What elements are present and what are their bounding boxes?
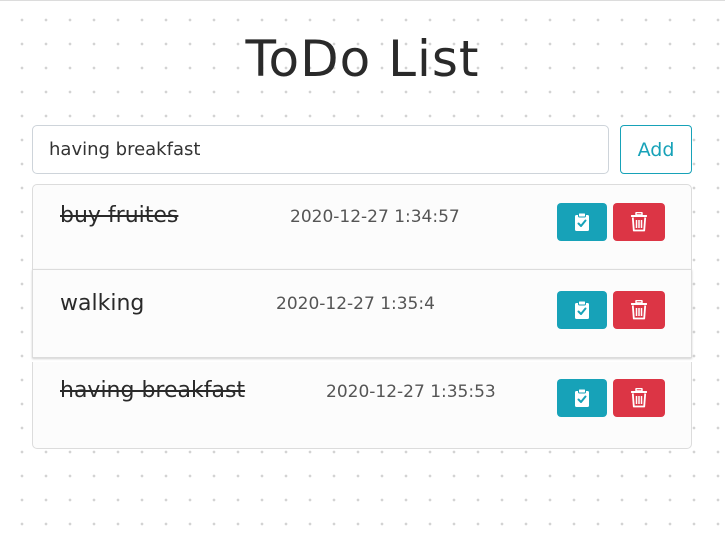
todo-item-text: buy fruites [60, 203, 179, 228]
todo-item: walking 2020-12-27 1:35:4 [32, 269, 692, 358]
todo-item: having breakfast 2020-12-27 1:35:53 [32, 362, 692, 449]
trash-icon [631, 212, 647, 232]
add-todo-form: Add [32, 125, 692, 174]
clipboard-check-icon [575, 212, 589, 231]
todo-item-text: having breakfast [60, 378, 246, 403]
complete-button[interactable] [557, 291, 607, 329]
page-title: ToDo List [245, 30, 480, 88]
complete-button[interactable] [557, 203, 607, 241]
clipboard-check-icon [575, 300, 589, 319]
todo-item-time: 2020-12-27 1:35:4 [276, 294, 435, 314]
clipboard-check-icon [575, 388, 589, 407]
complete-button[interactable] [557, 379, 607, 417]
todo-item-text: walking [60, 291, 145, 316]
delete-button[interactable] [613, 379, 665, 417]
trash-icon [631, 300, 647, 320]
add-button[interactable]: Add [620, 125, 692, 174]
todo-item-time: 2020-12-27 1:34:57 [290, 207, 460, 227]
delete-button[interactable] [613, 203, 665, 241]
todo-input[interactable] [32, 125, 609, 174]
trash-icon [631, 388, 647, 408]
todo-item-time: 2020-12-27 1:35:53 [326, 382, 496, 402]
todo-item: buy fruites 2020-12-27 1:34:57 [32, 184, 692, 270]
delete-button[interactable] [613, 291, 665, 329]
